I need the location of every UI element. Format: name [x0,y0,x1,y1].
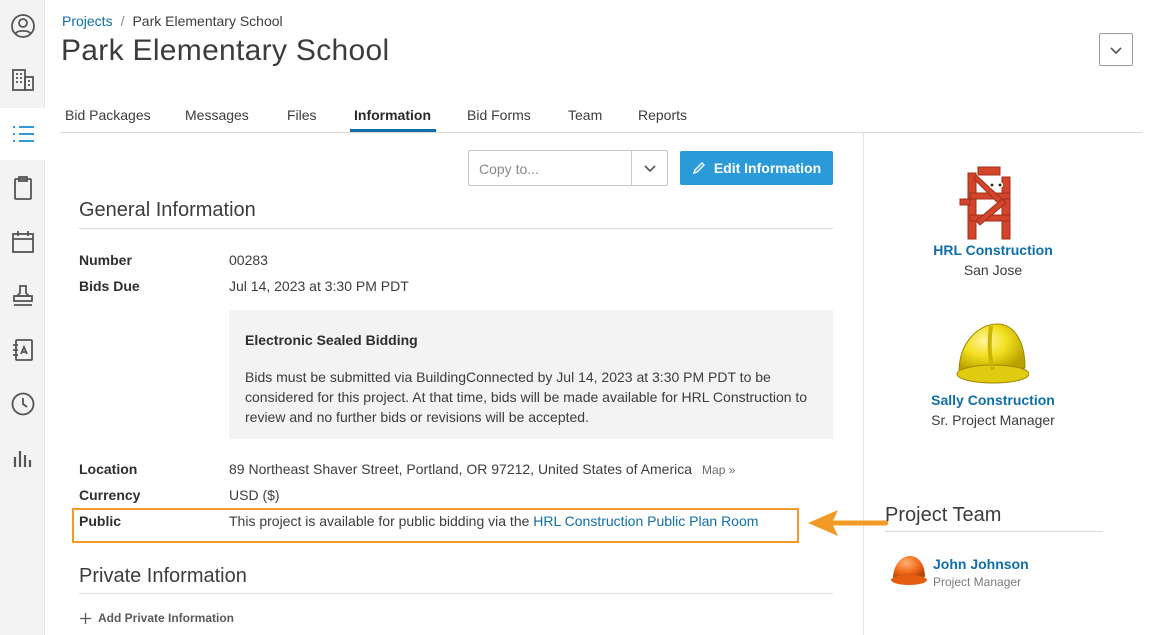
copy-to-select[interactable]: Copy to... [468,150,668,186]
tab-team[interactable]: Team [568,107,602,123]
currency-label: Currency [79,487,141,503]
breadcrumb-current: Park Elementary School [132,13,283,29]
plus-icon [80,612,91,624]
number-value: 00283 [229,252,268,268]
sidebar-item-projects[interactable] [0,108,45,160]
sidebar-item-contacts[interactable] [0,324,45,376]
stamp-icon [12,285,33,306]
public-value: This project is available for public bid… [229,513,758,529]
tab-bid-forms[interactable]: Bid Forms [467,107,531,123]
private-information-heading: Private Information [79,565,247,587]
sidebar-item-profile[interactable] [0,0,45,52]
team-member-name-link[interactable]: John Johnson [933,556,1029,572]
tab-bid-packages[interactable]: Bid Packages [65,107,151,123]
chevron-down-icon [1110,46,1122,54]
sidebar [0,0,45,635]
user-circle-icon [10,14,35,38]
clock-icon [11,392,34,416]
hrl-construction-logo [959,166,1011,240]
project-team-heading: Project Team [885,504,1002,526]
section-divider [885,531,1103,532]
general-information-heading: General Information [79,199,256,221]
section-divider [79,593,833,594]
column-divider [863,133,864,635]
bids-due-value: Jul 14, 2023 at 3:30 PM PDT [229,278,409,294]
hard-hat-logo [956,323,1029,384]
company-location: San Jose [963,262,1023,278]
clipboard-icon [13,176,32,200]
sidebar-item-analytics[interactable] [0,432,45,484]
annotation-arrow-icon [808,510,888,536]
active-tab-indicator [350,129,436,132]
edit-information-label: Edit Information [713,160,822,176]
sidebar-item-tasks[interactable] [0,162,45,214]
copy-to-placeholder: Copy to... [479,161,539,177]
bar-chart-icon [13,451,31,467]
sidebar-item-calendar[interactable] [0,216,45,268]
public-label: Public [79,513,122,529]
public-text: This project is available for public bid… [229,513,530,529]
breadcrumb: Projects / Park Elementary School [62,13,283,29]
tab-reports[interactable]: Reports [638,107,687,123]
building-icon [11,69,34,91]
calendar-icon [11,231,34,253]
add-private-information-label: Add Private Information [98,611,235,625]
sealed-bidding-notice: Electronic Sealed Bidding Bids must be s… [229,310,833,439]
company-name-link[interactable]: HRL Construction [893,242,1093,258]
list-icon [12,126,34,142]
address-book-icon [12,339,33,361]
tab-messages[interactable]: Messages [185,107,249,123]
breadcrumb-projects-link[interactable]: Projects [62,13,113,29]
edit-information-button[interactable]: Edit Information [680,151,833,185]
tab-information[interactable]: Information [354,107,431,123]
contact-title: Sr. Project Manager [931,412,1055,428]
team-member-role: Project Manager [933,575,1022,589]
avatar[interactable] [889,553,927,589]
chevron-down-icon [643,165,656,173]
map-link[interactable]: Map » [702,463,735,477]
sealed-bidding-text: Bids must be submitted via BuildingConne… [245,369,808,425]
company-card-hrl: HRL Construction San Jose [893,242,1093,278]
company-card-sally: Sally Construction Sr. Project Manager [893,392,1093,428]
project-tabs: Bid Packages Messages Files Information … [60,96,1142,133]
copy-to-dropdown-toggle[interactable] [631,151,667,185]
number-label: Number [79,252,132,268]
sealed-bidding-title: Electronic Sealed Bidding [245,332,418,348]
pencil-icon [692,162,705,175]
company-name-link[interactable]: Sally Construction [893,392,1093,408]
sidebar-item-bidding[interactable] [0,270,45,322]
breadcrumb-separator: / [120,13,125,29]
location-label: Location [79,461,138,477]
sidebar-item-companies[interactable] [0,54,45,106]
page-title: Park Elementary School [61,34,390,67]
tab-files[interactable]: Files [287,107,317,123]
bids-due-label: Bids Due [79,278,140,294]
location-address: 89 Northeast Shaver Street, Portland, OR… [229,461,693,477]
location-value: 89 Northeast Shaver Street, Portland, OR… [229,461,735,477]
public-plan-room-link[interactable]: HRL Construction Public Plan Room [533,513,758,529]
project-actions-dropdown[interactable] [1099,33,1133,66]
add-private-information-button[interactable]: Add Private Information [80,611,234,625]
currency-value: USD ($) [229,487,280,503]
section-divider [79,228,833,229]
sidebar-item-history[interactable] [0,378,45,430]
